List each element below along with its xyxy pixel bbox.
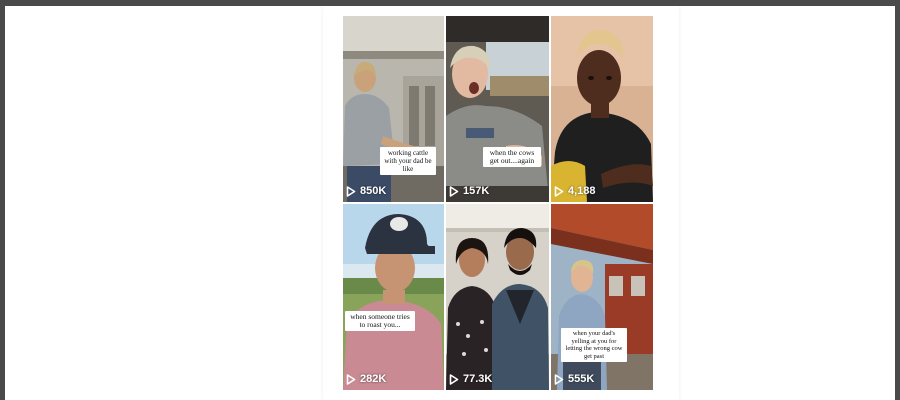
view-count: 850K <box>346 185 386 197</box>
play-icon <box>554 373 564 385</box>
thumbnail-image <box>551 16 653 202</box>
view-count-label: 157K <box>463 185 490 197</box>
play-icon <box>449 373 459 385</box>
video-thumbnail-4[interactable]: when someone tries to roast you... 282K <box>343 204 444 390</box>
video-caption: when your dad's yelling at you for letti… <box>561 328 627 362</box>
video-caption: when someone tries to roast you... <box>345 311 415 331</box>
view-count: 157K <box>449 185 489 197</box>
view-count: 77.3K <box>449 373 492 385</box>
view-count-label: 555K <box>568 373 595 385</box>
view-count: 555K <box>554 373 594 385</box>
view-count: 282K <box>346 373 386 385</box>
video-thumbnail-2[interactable]: when the cows get out....again 157K <box>446 16 549 202</box>
video-caption: when the cows get out....again <box>483 147 541 167</box>
play-icon <box>554 185 564 197</box>
play-icon <box>346 373 356 385</box>
play-icon <box>449 185 459 197</box>
video-grid-card: working cattle with your dad be like 850… <box>323 6 679 400</box>
thumbnail-image <box>446 204 549 390</box>
view-count-label: 282K <box>360 373 387 385</box>
thumbnail-image <box>446 16 549 202</box>
thumbnail-image <box>343 204 444 390</box>
view-count: 4,188 <box>554 185 596 197</box>
video-thumbnail-1[interactable]: working cattle with your dad be like 850… <box>343 16 444 202</box>
video-thumbnail-5[interactable]: 77.3K <box>446 204 549 390</box>
video-caption: working cattle with your dad be like <box>380 147 436 175</box>
play-icon <box>346 185 356 197</box>
video-thumbnail-3[interactable]: 4,188 <box>551 16 653 202</box>
thumbnail-image <box>551 204 653 390</box>
video-thumbnail-6[interactable]: when your dad's yelling at you for letti… <box>551 204 653 390</box>
view-count-label: 4,188 <box>568 185 596 197</box>
view-count-label: 850K <box>360 185 387 197</box>
view-count-label: 77.3K <box>463 373 493 385</box>
video-grid: working cattle with your dad be like 850… <box>343 16 653 400</box>
page: working cattle with your dad be like 850… <box>5 6 895 400</box>
